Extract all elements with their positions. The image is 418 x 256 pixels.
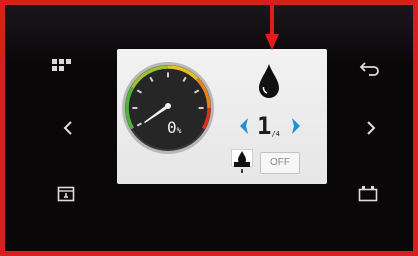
tray-button[interactable] bbox=[49, 177, 83, 211]
next-button[interactable] bbox=[354, 111, 388, 145]
drop-level-number: 1 bbox=[257, 112, 272, 140]
chevron-right-icon[interactable] bbox=[291, 117, 303, 135]
device-bezel: 0% 1/4 OFF bbox=[5, 5, 413, 251]
lcd-screen: 0% 1/4 OFF bbox=[117, 49, 327, 184]
pointer-arrow-icon bbox=[265, 0, 279, 50]
back-arrow-icon bbox=[359, 62, 379, 76]
previous-button[interactable] bbox=[51, 111, 85, 145]
gauge-value: 0 bbox=[167, 118, 177, 137]
chevron-left-icon[interactable] bbox=[237, 117, 249, 135]
drip-pan-icon[interactable] bbox=[231, 149, 253, 173]
drop-level-value: 1/4 bbox=[257, 111, 287, 141]
back-button[interactable] bbox=[353, 51, 387, 85]
drop-icon bbox=[259, 64, 279, 98]
chevron-left-icon bbox=[63, 121, 72, 135]
grid-icon bbox=[52, 59, 71, 71]
battery-button[interactable] bbox=[351, 177, 385, 211]
fill-gauge bbox=[122, 62, 214, 154]
menu-grid-button[interactable] bbox=[46, 49, 80, 83]
gauge-readout: 0% bbox=[167, 120, 181, 139]
off-button[interactable]: OFF bbox=[260, 152, 300, 174]
drop-level-suffix: /4 bbox=[271, 130, 280, 138]
battery-icon bbox=[358, 186, 378, 202]
chevron-right-icon bbox=[367, 121, 376, 135]
gauge-unit: % bbox=[176, 126, 182, 135]
drop-level-selector: 1/4 bbox=[235, 111, 309, 141]
tray-icon bbox=[57, 186, 75, 202]
